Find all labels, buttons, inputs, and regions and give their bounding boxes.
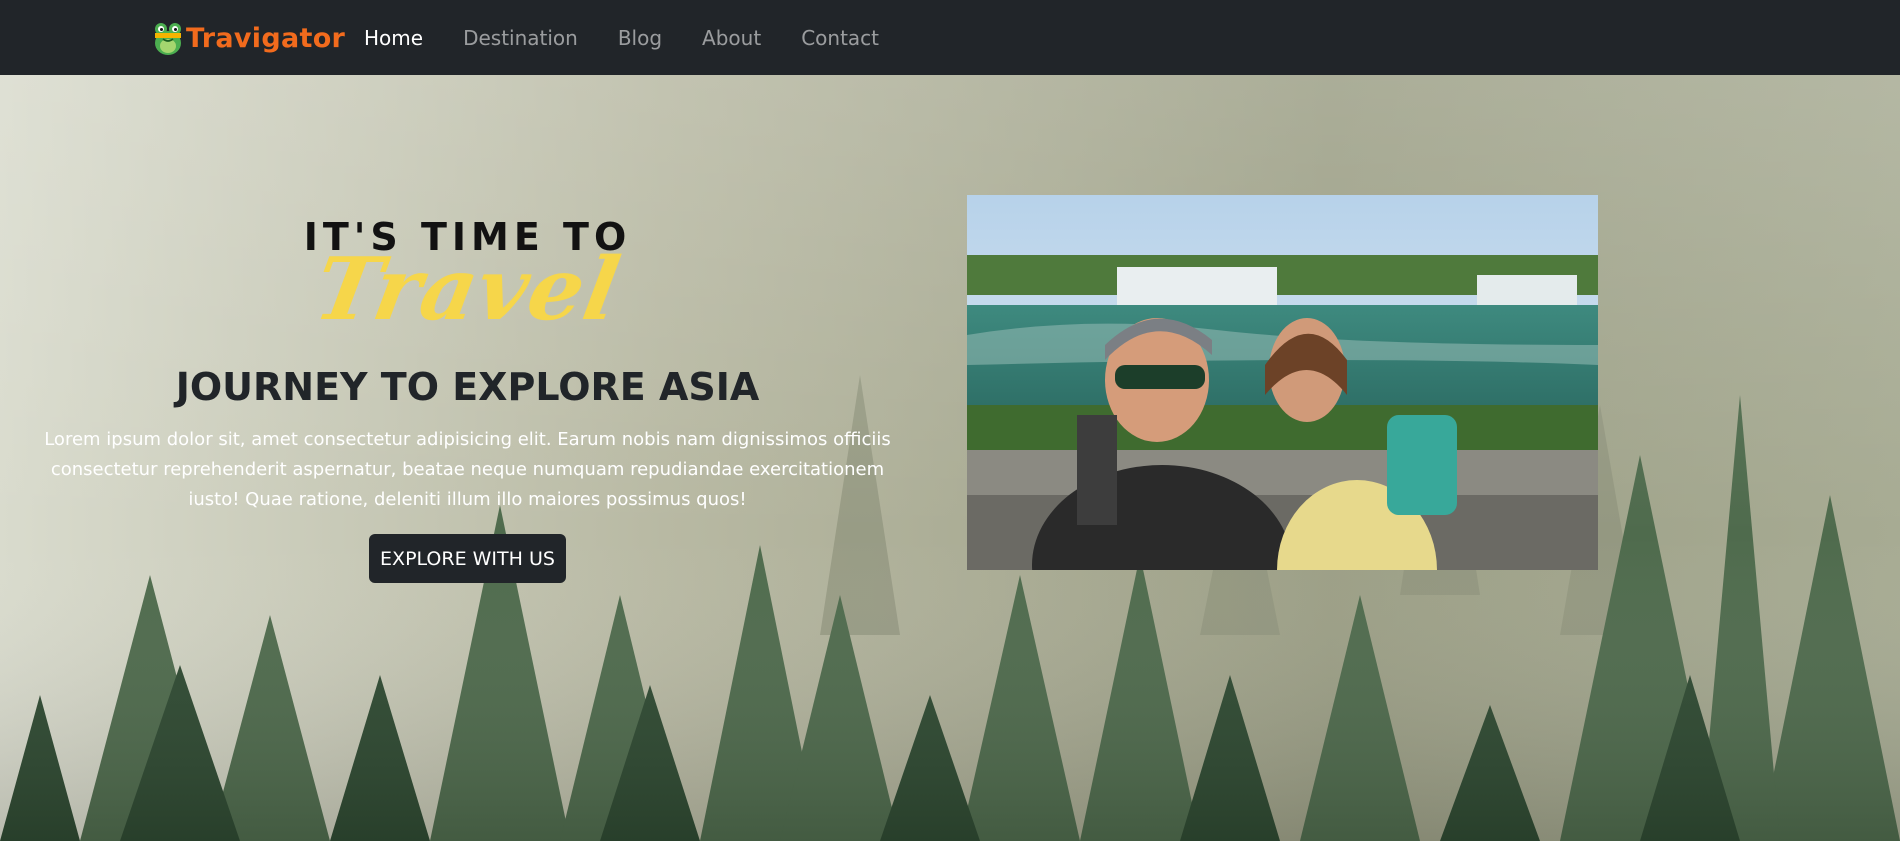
nav-destination-link[interactable]: Destination	[463, 26, 578, 50]
nav-home-link[interactable]: Home	[364, 26, 423, 50]
hero-title: JOURNEY TO EXPLORE ASIA	[175, 365, 760, 409]
hero-description: Lorem ipsum dolor sit, amet consectetur …	[44, 429, 891, 510]
hero-tagline-graphic: IT'S TIME TO Travel	[20, 215, 915, 340]
hero-text-column: IT'S TIME TO Travel JOURNEY TO EXPLORE A…	[20, 75, 915, 841]
nav-menu: Home Destination Blog About Contact	[364, 0, 919, 75]
explore-with-us-button[interactable]: EXPLORE WITH US	[369, 534, 566, 583]
navbar: Travigator Home Destination Blog About C…	[0, 0, 1900, 75]
brand-name: Travigator	[186, 22, 346, 54]
hero-section: IT'S TIME TO Travel JOURNEY TO EXPLORE A…	[0, 75, 1900, 841]
nav-about-link[interactable]: About	[702, 26, 761, 50]
frog-mascot-icon	[152, 19, 184, 57]
nav-blog-link[interactable]: Blog	[618, 26, 662, 50]
brand-logo-link[interactable]: Travigator	[152, 17, 345, 59]
tagline-script-text: Travel	[307, 239, 628, 340]
hero-travel-photo	[967, 195, 1598, 570]
nav-contact-link[interactable]: Contact	[801, 26, 879, 50]
